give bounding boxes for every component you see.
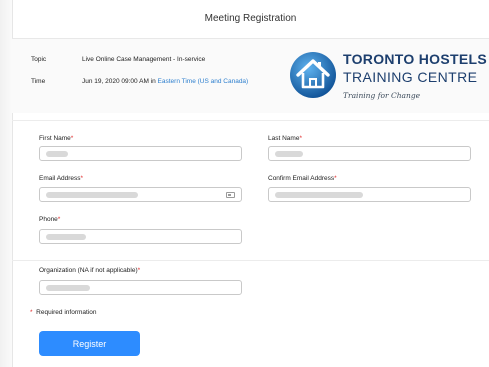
required-mark: * <box>70 135 74 142</box>
time-text: Jun 19, 2020 09:00 AM in <box>82 78 158 85</box>
page-title: Meeting Registration <box>204 13 297 24</box>
required-mark: * <box>30 309 33 316</box>
redacted-value <box>46 192 138 198</box>
organization-label-text: Organization (NA if not applicable) <box>39 267 138 274</box>
topic-label: Topic <box>31 56 47 63</box>
timezone-link[interactable]: Eastern Time (US and Canada) <box>158 78 249 85</box>
info-divider <box>12 120 489 121</box>
phone-input[interactable] <box>39 229 242 244</box>
toronto-hostels-logo <box>290 52 336 98</box>
required-mark: * <box>299 135 302 142</box>
redacted-value <box>46 234 86 240</box>
required-mark: * <box>334 175 337 182</box>
email-label: Email Address* <box>39 175 83 182</box>
required-note: * Required information <box>30 309 97 316</box>
required-mark: * <box>57 216 61 223</box>
brand-line-1: TORONTO HOSTELS <box>343 51 487 67</box>
last-name-input[interactable] <box>268 146 471 161</box>
organization-label: Organization (NA if not applicable)* <box>39 267 140 274</box>
redacted-value <box>46 285 90 291</box>
phone-label: Phone* <box>39 216 60 223</box>
brand-line-2: TRAINING CENTRE <box>343 69 478 85</box>
email-label-text: Email Address <box>39 175 81 182</box>
redacted-value <box>46 151 68 157</box>
first-name-input[interactable] <box>39 146 242 161</box>
redacted-value <box>275 151 303 157</box>
time-value: Jun 19, 2020 09:00 AM in Eastern Time (U… <box>82 78 248 85</box>
brand-tagline: Training for Change <box>343 91 421 100</box>
topic-value: Live Online Case Management - In-service <box>82 56 206 63</box>
organization-input[interactable] <box>39 280 242 295</box>
register-button[interactable]: Register <box>39 331 140 356</box>
redacted-value <box>275 192 363 198</box>
section-divider <box>12 260 489 261</box>
confirm-email-label: Confirm Email Address* <box>268 175 337 182</box>
required-note-text: Required information <box>36 309 97 316</box>
last-name-label: Last Name* <box>268 135 302 142</box>
first-name-label: First Name* <box>39 135 73 142</box>
email-input[interactable] <box>39 187 242 202</box>
required-mark: * <box>137 267 141 274</box>
last-name-label-text: Last Name <box>268 135 300 142</box>
contact-card-icon[interactable] <box>226 192 235 198</box>
phone-label-text: Phone <box>39 216 58 223</box>
required-mark: * <box>80 175 84 182</box>
confirm-email-label-text: Confirm Email Address <box>268 175 335 182</box>
confirm-email-input[interactable] <box>268 187 471 202</box>
first-name-label-text: First Name <box>39 135 71 142</box>
time-label: Time <box>31 78 46 85</box>
